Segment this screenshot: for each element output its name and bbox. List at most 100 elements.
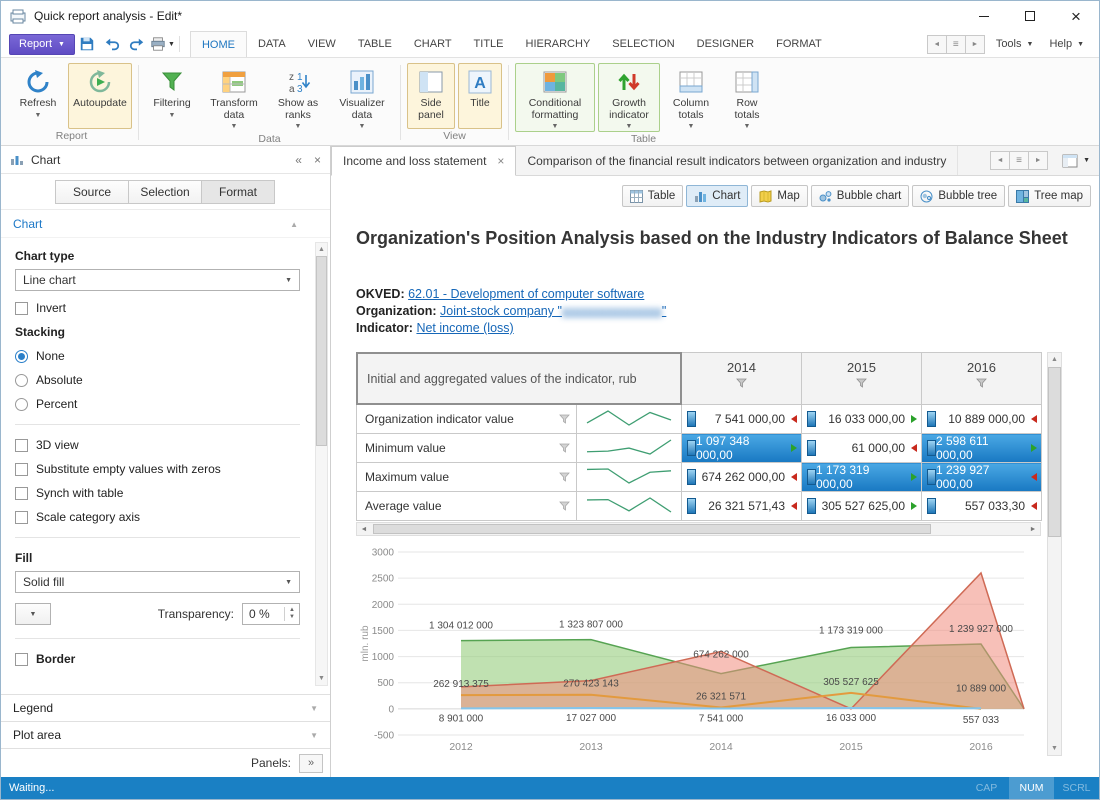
panel-tab-source[interactable]: Source	[55, 180, 129, 204]
value-cell[interactable]: 26 321 571,43	[682, 492, 802, 521]
autoupdate-button[interactable]: Autoupdate	[68, 63, 132, 129]
row-totals-button[interactable]: Row totals ▼	[722, 63, 772, 132]
maximize-button[interactable]	[1007, 1, 1053, 31]
close-button[interactable]: ×	[1053, 1, 1099, 31]
organization-link[interactable]: Joint-stock company "xxxxxxxxxxxxxxxx"	[440, 304, 666, 318]
help-menu[interactable]: Help ▼	[1044, 38, 1089, 50]
tab-selection[interactable]: SELECTION	[601, 31, 685, 57]
row-label[interactable]: Average value	[357, 492, 577, 521]
section-plot-area[interactable]: Plot area ▼	[1, 721, 330, 748]
value-cell[interactable]: 1 239 927 000,00	[922, 463, 1042, 492]
report-menu-button[interactable]: Report ▼	[9, 34, 75, 55]
scroll-thumb[interactable]	[1048, 367, 1061, 537]
row-label[interactable]: Maximum value	[357, 463, 577, 492]
transform-data-button[interactable]: Transform data ▼	[202, 63, 266, 132]
save-button[interactable]	[75, 33, 100, 55]
scroll-down-icon[interactable]: ▼	[1051, 742, 1058, 755]
title-button[interactable]: A Title	[458, 63, 502, 129]
filter-icon[interactable]	[976, 378, 987, 388]
redo-button[interactable]	[125, 33, 150, 55]
view-tree-map-button[interactable]: Tree map	[1008, 185, 1091, 207]
nav-prev-button[interactable]: ◄	[927, 35, 947, 54]
refresh-button[interactable]: Refresh ▼	[11, 63, 65, 129]
fill-select[interactable]: Solid fill ▼	[15, 571, 300, 593]
stacking-absolute-radio-row[interactable]: Absolute	[15, 373, 300, 387]
section-chart[interactable]: Chart ▲	[1, 210, 330, 238]
filter-icon[interactable]	[559, 414, 570, 424]
fill-color-dropdown[interactable]: ▼	[15, 603, 51, 625]
doc-tab-income-statement[interactable]: Income and loss statement ×	[331, 146, 516, 176]
okved-link[interactable]: 62.01 - Development of computer software	[408, 287, 644, 301]
value-cell[interactable]: 305 527 625,00	[802, 492, 922, 521]
panel-scrollbar[interactable]: ▲ ▼	[315, 242, 328, 686]
filter-icon[interactable]	[559, 501, 570, 511]
undo-button[interactable]	[100, 33, 125, 55]
scroll-up-icon[interactable]: ▲	[1051, 353, 1058, 366]
value-cell[interactable]: 10 889 000,00	[922, 405, 1042, 434]
tab-designer[interactable]: DESIGNER	[686, 31, 765, 57]
panel-tab-format[interactable]: Format	[201, 180, 275, 204]
spinner-arrows-icon[interactable]: ▲▼	[284, 607, 299, 621]
tab-next-button[interactable]: ►	[1028, 151, 1048, 170]
stacking-percent-radio-row[interactable]: Percent	[15, 397, 300, 411]
collapse-panel-icon[interactable]: «	[295, 153, 302, 167]
close-tab-icon[interactable]: ×	[497, 154, 504, 168]
tab-data[interactable]: DATA	[247, 31, 297, 57]
scroll-up-icon[interactable]: ▲	[318, 243, 325, 256]
row-label[interactable]: Minimum value	[357, 434, 577, 463]
chart-type-select[interactable]: Line chart ▼	[15, 269, 300, 291]
nav-list-button[interactable]: ≡	[946, 35, 966, 54]
value-cell[interactable]: 1 097 348 000,00	[682, 434, 802, 463]
border-checkbox-row[interactable]: Border	[15, 652, 300, 666]
scale-category-axis-checkbox-row[interactable]: Scale category axis	[15, 510, 300, 524]
doc-tab-comparison[interactable]: Comparison of the financial result indic…	[516, 146, 958, 175]
filter-icon[interactable]	[559, 443, 570, 453]
substitute-zeros-checkbox-row[interactable]: Substitute empty values with zeros	[15, 462, 300, 476]
value-cell[interactable]: 7 541 000,00	[682, 405, 802, 434]
radio[interactable]	[15, 374, 28, 387]
panels-expand-button[interactable]: »	[299, 754, 323, 773]
show-as-ranks-button[interactable]: za13 Show as ranks ▼	[269, 63, 327, 132]
checkbox[interactable]	[15, 511, 28, 524]
year-header-2015[interactable]: 2015	[802, 353, 922, 405]
transparency-spinner[interactable]: 0 % ▲▼	[242, 603, 300, 625]
scroll-thumb[interactable]	[373, 524, 931, 534]
section-legend[interactable]: Legend ▼	[1, 694, 330, 721]
row-label[interactable]: Organization indicator value	[357, 405, 577, 434]
scroll-right-icon[interactable]: ►	[1026, 526, 1040, 533]
growth-indicator-button[interactable]: Growth indicator ▼	[598, 63, 660, 132]
tab-format[interactable]: FORMAT	[765, 31, 833, 57]
indicator-link[interactable]: Net income (loss)	[416, 321, 513, 335]
conditional-formatting-button[interactable]: Conditional formatting ▼	[515, 63, 595, 132]
checkbox[interactable]	[15, 439, 28, 452]
radio[interactable]	[15, 398, 28, 411]
close-panel-icon[interactable]: ×	[314, 153, 321, 167]
tab-hierarchy[interactable]: HIERARCHY	[515, 31, 602, 57]
value-cell[interactable]: 1 173 319 000,00	[802, 463, 922, 492]
tab-view[interactable]: VIEW	[297, 31, 347, 57]
tools-menu[interactable]: Tools ▼	[991, 38, 1039, 50]
checkbox[interactable]	[15, 487, 28, 500]
scroll-thumb[interactable]	[316, 256, 327, 446]
filter-icon[interactable]	[559, 472, 570, 482]
tab-home[interactable]: HOME	[190, 31, 247, 57]
checkbox[interactable]	[15, 463, 28, 476]
table-corner-header[interactable]: Initial and aggregated values of the ind…	[357, 353, 682, 405]
layout-button[interactable]: ▼	[1062, 154, 1090, 168]
minimize-button[interactable]	[961, 1, 1007, 31]
view-map-button[interactable]: Map	[751, 185, 807, 207]
horizontal-scrollbar[interactable]: ◄ ►	[356, 522, 1041, 536]
filter-icon[interactable]	[736, 378, 747, 388]
3d-view-checkbox-row[interactable]: 3D view	[15, 438, 300, 452]
filtering-button[interactable]: Filtering ▼	[145, 63, 199, 129]
year-header-2016[interactable]: 2016	[922, 353, 1042, 405]
tab-table[interactable]: TABLE	[347, 31, 403, 57]
view-chart-button[interactable]: Chart	[686, 185, 748, 207]
column-totals-button[interactable]: Column totals ▼	[663, 63, 719, 132]
view-bubble-tree-button[interactable]: Bubble tree	[912, 185, 1005, 207]
tab-prev-button[interactable]: ◄	[990, 151, 1010, 170]
nav-next-button[interactable]: ►	[965, 35, 985, 54]
tab-list-button[interactable]: ≡	[1009, 151, 1029, 170]
checkbox[interactable]	[15, 302, 28, 315]
value-cell[interactable]: 674 262 000,00	[682, 463, 802, 492]
